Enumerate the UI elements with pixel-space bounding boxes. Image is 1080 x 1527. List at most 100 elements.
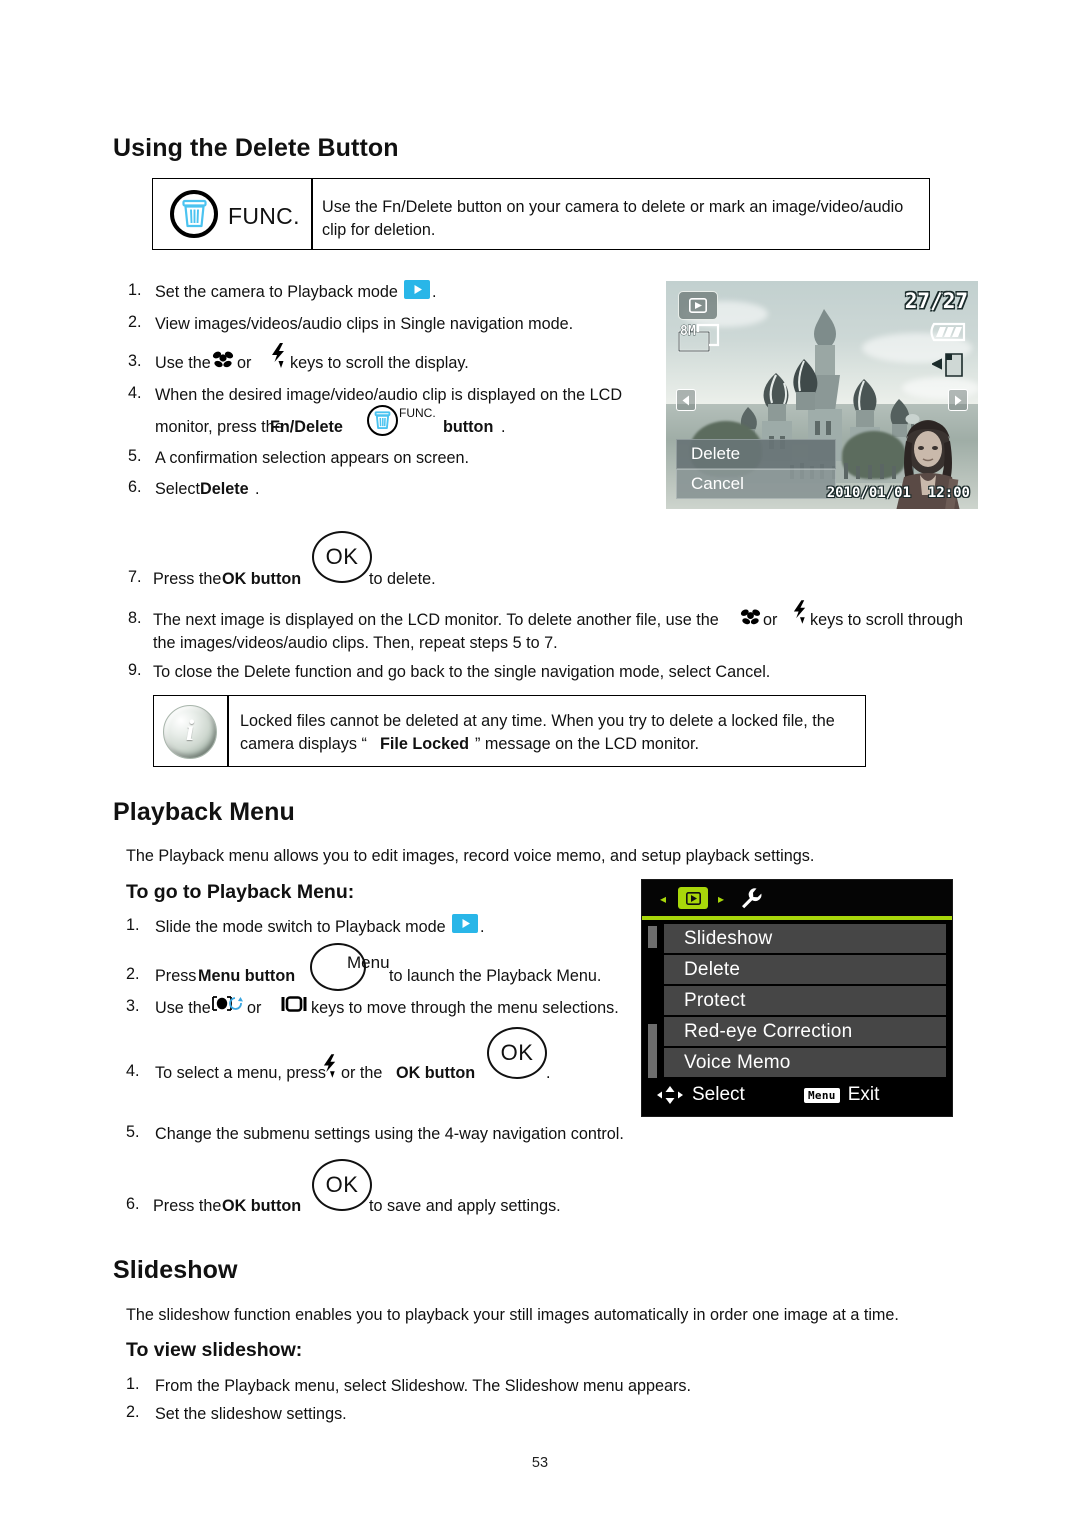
step-6-number: 6.	[128, 478, 142, 496]
playback-tab-icon[interactable]	[678, 887, 708, 909]
pm-step-6-text-post: to save and apply settings.	[369, 1197, 561, 1215]
step-3-text-mid: or	[237, 354, 252, 372]
step-4-fn-delete-bold: Fn/Delete	[270, 418, 343, 436]
page-title-using-delete-button: Using the Delete Button	[113, 134, 399, 162]
macro-flower-icon-step8	[740, 609, 761, 625]
step-8-number: 8.	[128, 609, 142, 627]
pm-step-5-text: Change the submenu settings using the 4-…	[155, 1125, 624, 1143]
menu-scroll-thumb[interactable]	[648, 1024, 657, 1078]
func-description: Use the Fn/Delete button on your camera …	[322, 198, 904, 239]
footer-exit-action: Menu Exit	[804, 1084, 879, 1106]
step-4-period: .	[501, 418, 506, 436]
wrench-icon[interactable]	[739, 887, 763, 910]
pm-step-3-text-post: keys to move through the menu selections…	[311, 999, 619, 1017]
pm-step-6-number: 6.	[126, 1195, 140, 1213]
macro-flower-icon	[212, 351, 234, 368]
step-1-number: 1.	[128, 281, 142, 299]
trash-can-icon-inline	[374, 411, 391, 429]
step-8-text-mid: or	[763, 611, 778, 629]
playback-mode-icon-pm	[452, 914, 478, 933]
menu-item-delete[interactable]: Delete	[664, 955, 946, 984]
step-6-period: .	[255, 480, 260, 498]
playback-mode-indicator	[678, 291, 718, 320]
section-title-slideshow: Slideshow	[113, 1256, 238, 1284]
dialog-option-cancel[interactable]: Cancel	[676, 469, 836, 499]
menu-item-protect[interactable]: Protect	[664, 986, 946, 1015]
resolution-8m-icon: 8M	[678, 324, 720, 353]
ss-step-2-number: 2.	[126, 1403, 140, 1421]
pm-step-6-text-pre: Press the	[153, 1197, 222, 1215]
step-3-text-pre: Use the	[155, 354, 211, 372]
svg-text:8M: 8M	[680, 324, 696, 339]
flash-bolt-icon	[272, 343, 284, 368]
pm-step-1-number: 1.	[126, 916, 140, 934]
step-4-func-superscript: FUNC.	[399, 406, 436, 420]
lcd-date: 2010/01/01	[826, 485, 911, 501]
func-box-divider	[311, 179, 313, 249]
step-2-number: 2.	[128, 313, 142, 331]
tab-right-arrow[interactable]: ▸	[718, 892, 724, 906]
step-3-number: 3.	[128, 352, 142, 370]
step-4-number: 4.	[128, 384, 142, 402]
pm-step-5-number: 5.	[126, 1123, 140, 1141]
step-4-button-bold: button	[443, 418, 494, 436]
menu-item-label: Delete	[684, 958, 741, 980]
menu-item-label: Voice Memo	[684, 1051, 791, 1073]
footer-select-action: Select	[656, 1084, 745, 1106]
pm-step-2-menu-bold: Menu button	[198, 967, 296, 985]
step-8-text-post: keys to scroll through	[810, 611, 963, 629]
step-9-number: 9.	[128, 661, 142, 679]
ss-step-1-text: From the Playback menu, select Slideshow…	[155, 1377, 691, 1395]
lcd-next-arrow[interactable]	[948, 389, 968, 411]
menu-scroll-thumb-top[interactable]	[648, 926, 657, 948]
menu-footer-bar: Select Menu Exit	[642, 1078, 952, 1116]
note-file-locked-bold: File Locked	[380, 735, 470, 753]
pm-step-2-text-pre: Press	[155, 967, 197, 985]
menu-badge: Menu	[804, 1087, 840, 1103]
pm-step-2-number: 2.	[126, 965, 140, 983]
step-3-text-post: keys to scroll the display.	[290, 354, 469, 372]
four-way-nav-icon	[657, 1086, 683, 1104]
step-7-ok-bold: OK button	[222, 570, 302, 588]
lcd-photo-preview: 8M 27/27 Delete Cancel 2010/01/01 12:00	[666, 281, 978, 509]
ok-button-icon-pm-step4: OK	[487, 1027, 547, 1079]
flash-bolt-icon-step8	[793, 600, 806, 624]
flash-bolt-icon-pm	[323, 1054, 336, 1078]
func-label: FUNC.	[228, 203, 300, 229]
ss-step-2-text: Set the slideshow settings.	[155, 1405, 347, 1423]
menu-item-list: Slideshow Delete Protect Red-eye Correct…	[642, 924, 952, 1078]
menu-item-slideshow[interactable]: Slideshow	[664, 924, 946, 953]
battery-full-icon	[930, 322, 966, 342]
dialog-option-delete[interactable]: Delete	[676, 439, 836, 469]
step-4-line1: When the desired image/video/audio clip …	[155, 386, 623, 404]
step-4-line2-pre: monitor, press the	[155, 418, 284, 436]
menu-item-red-eye-correction[interactable]: Red-eye Correction	[664, 1017, 946, 1046]
pm-step-4-period: .	[546, 1064, 551, 1082]
menu-item-label: Slideshow	[684, 927, 773, 949]
note-line2-pre: camera displays “	[240, 735, 367, 753]
note-line1: Locked files cannot be deleted at any ti…	[240, 712, 835, 730]
pm-step-6-ok-bold: OK button	[222, 1197, 302, 1215]
self-timer-icon	[212, 996, 243, 1011]
ss-step-1-number: 1.	[126, 1375, 140, 1393]
pm-step-4-ok-bold: OK button	[396, 1064, 476, 1082]
page-number: 53	[531, 1455, 549, 1471]
pm-step-2-text-post: to launch the Playback Menu.	[389, 967, 602, 985]
menu-item-label: Red-eye Correction	[684, 1020, 853, 1042]
menu-item-label: Protect	[684, 989, 746, 1011]
tab-left-arrow[interactable]: ◂	[660, 892, 666, 906]
note-line2-post: ” message on the LCD monitor.	[475, 735, 700, 753]
subheading-to-go-to-playback-menu: To go to Playback Menu:	[126, 881, 355, 903]
step-5-number: 5.	[128, 447, 142, 465]
playback-menu-intro: The Playback menu allows you to edit ima…	[126, 847, 815, 865]
step-1-text: Set the camera to Playback mode	[155, 283, 398, 301]
pm-step-4-number: 4.	[126, 1062, 140, 1080]
step-9-text: To close the Delete function and go back…	[153, 663, 771, 681]
menu-tab-bar: ◂ ▸	[642, 880, 952, 916]
pm-step-4-text-pre: To select a menu, press	[155, 1064, 326, 1082]
step-5-text: A confirmation selection appears on scre…	[155, 449, 470, 467]
pm-step-3-text-pre: Use the	[155, 999, 211, 1017]
menu-item-voice-memo[interactable]: Voice Memo	[664, 1048, 946, 1077]
lcd-prev-arrow[interactable]	[676, 389, 696, 411]
pm-step-1-period: .	[480, 918, 485, 936]
